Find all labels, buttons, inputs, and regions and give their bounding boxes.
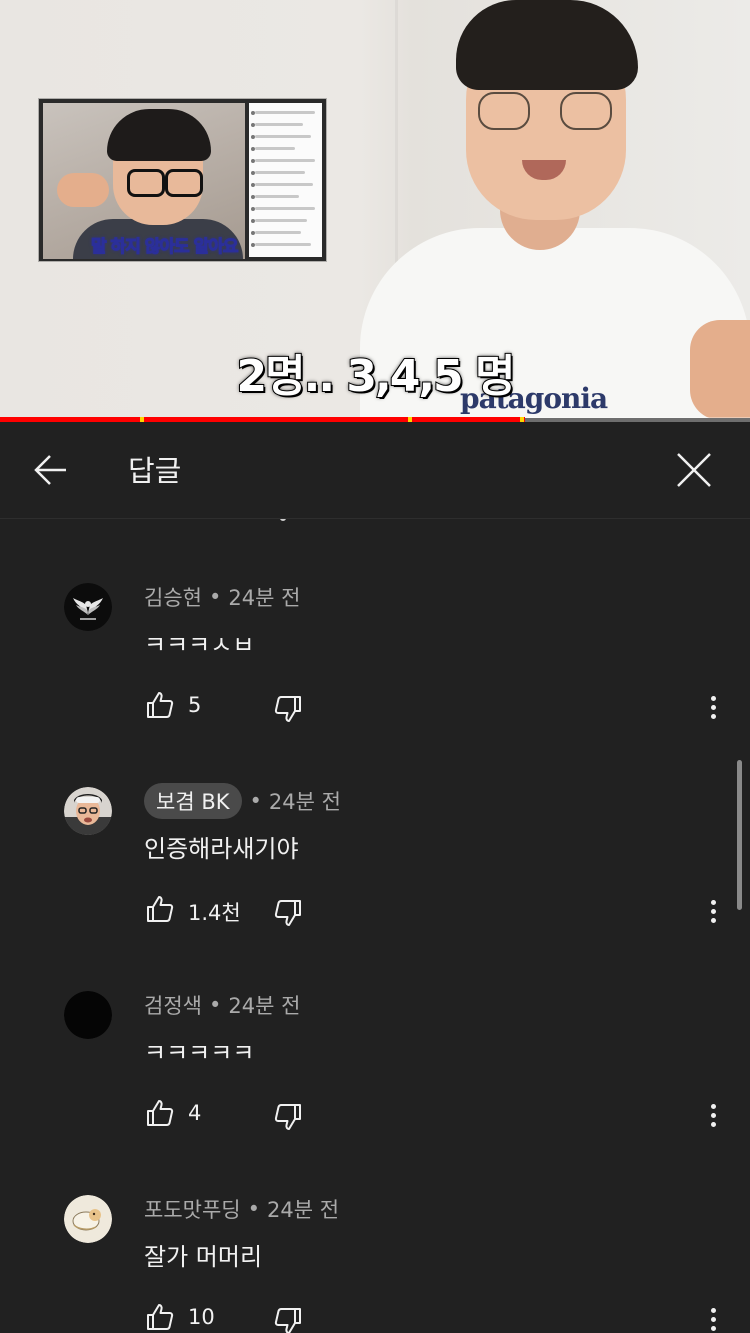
separator-dot: • xyxy=(249,789,262,813)
close-button[interactable] xyxy=(672,448,716,492)
inset-chat-panel xyxy=(249,103,322,257)
replies-header: 답글 xyxy=(0,422,750,519)
more-vert-icon xyxy=(710,899,716,905)
thumbs-up-icon xyxy=(147,896,174,922)
timestamp: 24분 전 xyxy=(267,1198,340,1222)
person-avatar-icon xyxy=(64,787,112,835)
reply-text: 잘가 머머리 xyxy=(144,1243,263,1271)
avatar[interactable] xyxy=(64,583,112,631)
thumbs-up-icon xyxy=(147,1304,174,1330)
reply-actions: 1.4천 xyxy=(144,893,724,929)
timestamp: 24분 전 xyxy=(228,994,301,1018)
thumbs-down-icon xyxy=(274,1104,301,1130)
more-options-button[interactable] xyxy=(700,1301,726,1333)
thumbs-down-icon xyxy=(274,900,301,926)
like-count: 5 xyxy=(188,693,202,717)
cartoon-avatar-icon xyxy=(64,1195,112,1243)
inset-hand xyxy=(57,173,109,207)
reply-meta: 검정색 • 24분 전 xyxy=(144,987,300,1023)
like-button[interactable] xyxy=(144,1097,176,1129)
like-count: 1.4천 xyxy=(188,901,241,925)
thumbs-down-icon xyxy=(274,1308,301,1333)
presenter-hair xyxy=(456,0,638,90)
timestamp: 24분 전 xyxy=(228,586,301,610)
like-button[interactable] xyxy=(144,1301,176,1333)
replies-list[interactable]: 김승현 • 24분 전 ㅋㅋㅋㅅㅂ 5 보겸 BK • 24분 전 인증해라새기… xyxy=(0,519,750,1333)
more-options-button[interactable] xyxy=(700,1097,726,1133)
thumbs-up-icon xyxy=(147,692,174,718)
reply-text: 인증해라새기야 xyxy=(144,835,299,863)
creator-author-chip[interactable]: 보겸 BK xyxy=(144,783,242,819)
author-name[interactable]: 포도맛푸딩 xyxy=(144,1194,241,1224)
reply-actions: 4 xyxy=(144,1097,724,1133)
avatar[interactable] xyxy=(64,787,112,835)
author-name[interactable]: 김승현 xyxy=(144,582,202,612)
reply-text: ㅋㅋㅋㅅㅂ xyxy=(144,631,255,659)
more-vert-icon xyxy=(710,695,716,701)
presenter-glasses-left xyxy=(478,92,530,130)
dislike-button[interactable] xyxy=(272,897,304,929)
scrollbar[interactable] xyxy=(737,760,742,910)
video-inset-clip: 말 하지 않아도 알아요 xyxy=(39,99,326,261)
reply-actions: 10 xyxy=(144,1301,724,1333)
reply-item: 검정색 • 24분 전 ㅋㅋㅋㅋㅋ 4 xyxy=(0,927,750,1131)
dislike-button[interactable] xyxy=(272,1305,304,1333)
more-options-button[interactable] xyxy=(700,893,726,929)
presenter-glasses-right xyxy=(560,92,612,130)
like-button[interactable] xyxy=(144,893,176,925)
back-button[interactable] xyxy=(30,450,84,490)
video-caption: 2명.. 3,4,5 명 xyxy=(236,350,517,403)
close-icon xyxy=(677,453,711,487)
video-player[interactable]: 말 하지 않아도 알아요 patagonia 2명.. 3,4,5 명 xyxy=(0,0,750,418)
black-circle-avatar-icon xyxy=(64,991,112,1039)
reply-text: ㅋㅋㅋㅋㅋ xyxy=(144,1039,255,1067)
author-name[interactable]: 검정색 xyxy=(144,990,202,1020)
thumbs-up-icon xyxy=(147,1100,174,1126)
inset-glasses-right xyxy=(165,169,203,197)
reply-actions: 5 xyxy=(144,689,724,725)
arrow-left-icon xyxy=(34,455,66,485)
inset-glasses-left xyxy=(127,169,165,197)
like-button[interactable] xyxy=(144,689,176,721)
dislike-button[interactable] xyxy=(272,693,304,725)
avatar[interactable] xyxy=(64,991,112,1039)
separator-dot: • xyxy=(208,585,222,609)
reply-meta: 포도맛푸딩 • 24분 전 xyxy=(144,1191,339,1227)
reply-item: 포도맛푸딩 • 24분 전 잘가 머머리 10 xyxy=(0,1131,750,1333)
separator-dot: • xyxy=(208,993,222,1017)
reply-item: 김승현 • 24분 전 ㅋㅋㅋㅅㅂ 5 xyxy=(0,519,750,723)
more-options-button[interactable] xyxy=(700,689,726,725)
inset-hair xyxy=(107,109,211,161)
more-vert-icon xyxy=(710,1103,716,1109)
wings-emblem-icon xyxy=(64,583,112,631)
thumbs-down-icon xyxy=(274,696,301,722)
timestamp: 24분 전 xyxy=(268,790,341,814)
reply-meta: 김승현 • 24분 전 xyxy=(144,579,300,615)
like-count: 10 xyxy=(188,1305,215,1329)
reply-meta: 보겸 BK • 24분 전 xyxy=(144,783,341,819)
inset-caption: 말 하지 않아도 알아요 xyxy=(91,237,240,258)
separator-dot: • xyxy=(247,1197,260,1221)
reply-item: 보겸 BK • 24분 전 인증해라새기야 1.4천 xyxy=(0,723,750,927)
avatar[interactable] xyxy=(64,1195,112,1243)
like-count: 4 xyxy=(188,1101,202,1125)
page-title: 답글 xyxy=(128,454,182,488)
more-vert-icon xyxy=(710,1307,716,1313)
dislike-button[interactable] xyxy=(272,1101,304,1133)
